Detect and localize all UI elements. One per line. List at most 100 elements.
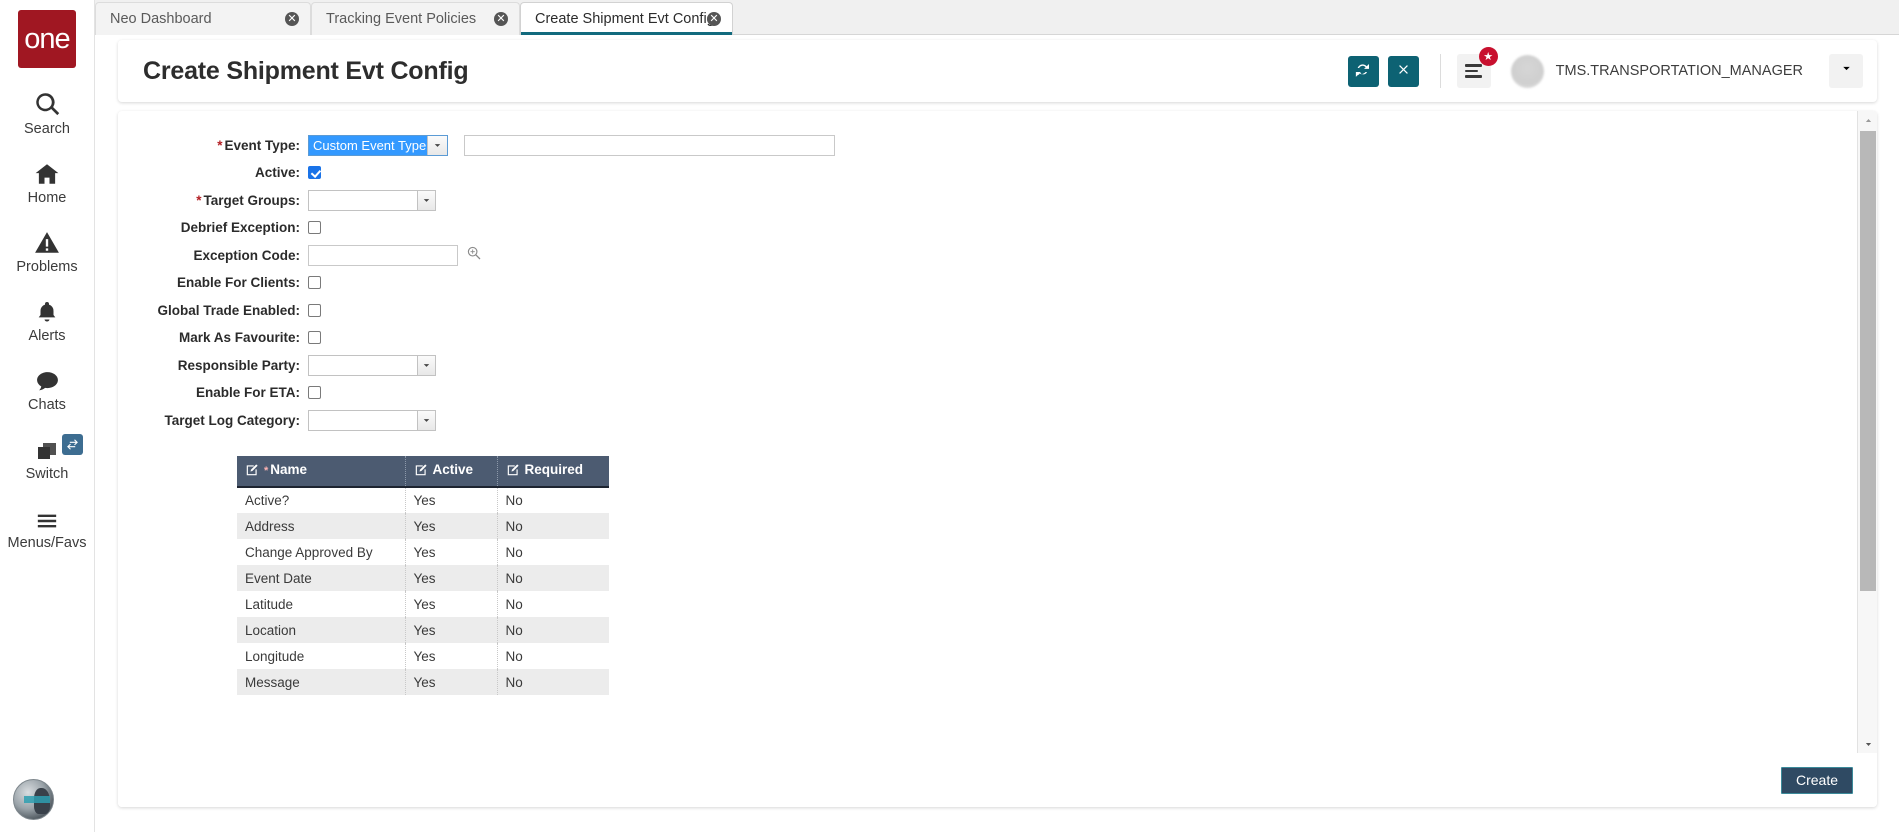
chevron-down-icon[interactable]	[417, 355, 435, 375]
field-control	[308, 409, 436, 431]
table-row[interactable]: Longitude Yes No	[237, 643, 609, 669]
user-menu-button[interactable]	[1829, 54, 1863, 88]
event-type-select[interactable]: Custom Event Type	[308, 134, 448, 156]
hamburger-menu-icon	[1465, 64, 1483, 78]
form-field-list: *Event Type: Custom Event Type Active:	[118, 111, 1857, 431]
chevron-down-icon[interactable]	[417, 410, 435, 430]
field-control	[308, 386, 321, 399]
caret-up-icon[interactable]	[1858, 111, 1877, 129]
exception-code-input[interactable]	[308, 244, 458, 266]
field-row-debrief-exception: Debrief Exception:	[118, 217, 1857, 239]
active-checkbox[interactable]	[308, 166, 321, 179]
close-x-icon	[1396, 62, 1411, 80]
magnifier-icon[interactable]	[466, 245, 482, 266]
hamburger-icon	[33, 498, 61, 532]
field-row-target-log-category: Target Log Category:	[118, 409, 1857, 431]
refresh-button[interactable]	[1347, 55, 1379, 87]
global-trade-enabled-checkbox[interactable]	[308, 303, 321, 317]
field-control	[308, 354, 436, 376]
table-row[interactable]: Change Approved By Yes No	[237, 539, 609, 565]
vertical-scrollbar[interactable]	[1857, 111, 1877, 753]
form-footer: Create	[118, 753, 1877, 807]
create-button[interactable]: Create	[1780, 766, 1853, 794]
tab-close-icon[interactable]: ✕	[494, 12, 508, 26]
table-row[interactable]: Event Date Yes No	[237, 565, 609, 591]
target-groups-select[interactable]	[308, 189, 436, 211]
cell-name: Event Date	[237, 565, 406, 591]
cell-active: Yes	[405, 565, 498, 591]
cell-active: Yes	[405, 617, 498, 643]
sidebar-item-chats[interactable]: Chats	[0, 360, 95, 413]
field-label: Target Log Category:	[164, 412, 300, 428]
column-header-name[interactable]: * Name	[237, 456, 406, 488]
sidebar-item-menus-favs[interactable]: Menus/Favs	[0, 498, 95, 551]
cell-active: Yes	[405, 487, 498, 513]
column-header-active[interactable]: Active	[405, 456, 498, 488]
cell-active: Yes	[405, 539, 498, 565]
close-page-button[interactable]	[1387, 55, 1419, 87]
caret-down-icon[interactable]	[1858, 735, 1877, 753]
browser-tab-strip: Neo Dashboard ✕ Tracking Event Policies …	[95, 0, 1899, 35]
field-row-target-groups: * Target Groups:	[118, 189, 1857, 211]
enable-for-clients-checkbox[interactable]	[308, 276, 321, 289]
field-control: Custom Event Type	[308, 134, 835, 156]
assistant-avatar[interactable]	[13, 779, 54, 820]
field-control	[308, 244, 482, 266]
table-row[interactable]: Active? Yes No	[237, 487, 609, 513]
attributes-grid: * Name Active Required Active? Yes No Ad…	[237, 456, 609, 695]
field-label: Enable For Clients:	[176, 275, 300, 290]
sidebar-item-label: Switch	[25, 466, 69, 482]
edit-pencil-icon	[245, 463, 259, 480]
field-label: * Event Type:	[217, 137, 300, 153]
search-icon	[34, 84, 61, 118]
event-type-text-input[interactable]	[464, 134, 835, 156]
attributes-table: * Name Active Required Active? Yes No Ad…	[237, 456, 609, 695]
chevron-down-icon[interactable]	[417, 190, 435, 210]
chevron-down-icon[interactable]	[427, 135, 447, 155]
header-divider	[1439, 54, 1441, 88]
swap-arrows-icon[interactable]	[61, 434, 83, 455]
menu-button[interactable]: ★	[1456, 47, 1498, 88]
field-row-responsible-party: Responsible Party:	[118, 354, 1857, 376]
tab-neo-dashboard[interactable]: Neo Dashboard ✕	[95, 2, 311, 35]
avatar[interactable]	[1510, 54, 1544, 88]
tab-create-shipment-evt-config[interactable]: Create Shipment Evt Config ✕	[520, 2, 733, 35]
refresh-icon	[1355, 62, 1371, 81]
sidebar-item-problems[interactable]: Problems	[0, 222, 95, 275]
sidebar-item-home[interactable]: Home	[0, 153, 95, 206]
tab-tracking-event-policies[interactable]: Tracking Event Policies ✕	[311, 2, 520, 35]
edit-pencil-icon	[506, 463, 520, 480]
brand-logo[interactable]: one	[18, 10, 76, 68]
column-header-required[interactable]: Required	[497, 456, 609, 488]
sidebar-item-alerts[interactable]: Alerts	[0, 291, 95, 344]
tab-close-icon[interactable]: ✕	[707, 12, 721, 26]
table-row[interactable]: Message Yes No	[237, 669, 609, 695]
field-control	[308, 303, 321, 317]
field-label: Exception Code:	[193, 247, 300, 263]
debrief-exception-checkbox[interactable]	[308, 221, 321, 234]
header-action-group: ★ TMS.TRANSPORTATION_MANAGER	[1347, 40, 1877, 102]
table-row[interactable]: Latitude Yes No	[237, 591, 609, 617]
target-log-category-select[interactable]	[308, 409, 436, 431]
sidebar-item-search[interactable]: Search	[0, 84, 95, 137]
field-row-event-type: * Event Type: Custom Event Type	[118, 134, 1857, 156]
table-row[interactable]: Address Yes No	[237, 513, 609, 539]
edit-pencil-icon	[414, 463, 428, 480]
scrollbar-thumb[interactable]	[1860, 131, 1876, 591]
field-control	[308, 189, 436, 211]
field-label: Enable For ETA:	[195, 385, 300, 400]
cell-name: Location	[237, 617, 406, 643]
table-row[interactable]: Location Yes No	[237, 617, 609, 643]
tab-close-icon[interactable]: ✕	[285, 12, 299, 26]
mark-as-favourite-checkbox[interactable]	[308, 331, 321, 344]
field-label: Responsible Party:	[177, 357, 300, 373]
responsible-party-select[interactable]	[308, 354, 436, 376]
sidebar-item-switch[interactable]: Switch	[0, 429, 95, 482]
column-header-label: Name	[270, 462, 308, 477]
cell-active: Yes	[405, 513, 498, 539]
home-icon	[33, 153, 61, 187]
field-row-global-trade-enabled: Global Trade Enabled:	[118, 299, 1857, 321]
cell-active: Yes	[405, 591, 498, 617]
enable-for-eta-checkbox[interactable]	[308, 386, 321, 399]
windows-stack-icon	[33, 429, 61, 463]
